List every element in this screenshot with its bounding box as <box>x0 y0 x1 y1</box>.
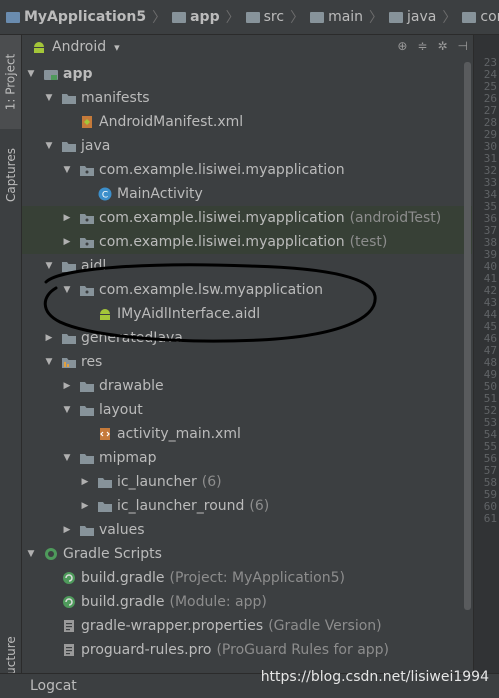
watermark-text: https://blog.csdn.net/lisiwei1994 <box>260 669 489 685</box>
line-number: 61 <box>483 512 497 525</box>
logcat-tab[interactable]: Logcat <box>30 678 77 694</box>
vertical-scrollbar[interactable] <box>464 62 471 610</box>
hand-drawn-circle-annotation <box>43 263 377 343</box>
editor-line-gutter: 23 24 25 26 27 28 29 30 31 32 33 34 35 36 37 38 39 40 41 42… <box>473 35 499 695</box>
